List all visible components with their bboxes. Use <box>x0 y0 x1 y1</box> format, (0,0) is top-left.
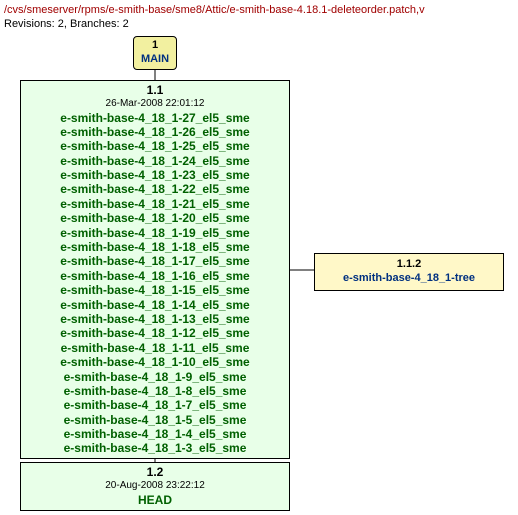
tag-item: e-smith-base-4_18_1-20_el5_sme <box>27 211 283 225</box>
branch-version: 1.1.2 <box>321 258 497 272</box>
tag-item: e-smith-base-4_18_1-24_el5_sme <box>27 154 283 168</box>
tag-item: e-smith-base-4_18_1-15_el5_sme <box>27 283 283 297</box>
tag-item: e-smith-base-4_18_1-7_el5_sme <box>27 398 283 412</box>
tag-item: e-smith-base-4_18_1-23_el5_sme <box>27 168 283 182</box>
branch-name: e-smith-base-4_18_1-tree <box>321 272 497 286</box>
tag-item: e-smith-base-4_18_1-3_el5_sme <box>27 441 283 455</box>
tag-item: e-smith-base-4_18_1-9_el5_sme <box>27 370 283 384</box>
tag-item: e-smith-base-4_18_1-21_el5_sme <box>27 197 283 211</box>
head-label: HEAD <box>27 493 283 508</box>
node-branch[interactable]: 1.1.2 e-smith-base-4_18_1-tree <box>314 253 504 291</box>
tag-item: e-smith-base-4_18_1-11_el5_sme <box>27 341 283 355</box>
tag-item: e-smith-base-4_18_1-26_el5_sme <box>27 125 283 139</box>
rev-version: 1.1 <box>27 83 283 98</box>
revision-summary: Revisions: 2, Branches: 2 <box>4 18 518 30</box>
tag-item: e-smith-base-4_18_1-8_el5_sme <box>27 384 283 398</box>
tag-item: e-smith-base-4_18_1-27_el5_sme <box>27 111 283 125</box>
node-rev-1-1[interactable]: 1.1 26-Mar-2008 22:01:12 e-smith-base-4_… <box>20 80 290 459</box>
tag-list: e-smith-base-4_18_1-27_el5_smee-smith-ba… <box>27 111 283 456</box>
tag-item: e-smith-base-4_18_1-5_el5_sme <box>27 413 283 427</box>
node-rev-1-2[interactable]: 1.2 20-Aug-2008 23:22:12 HEAD <box>20 462 290 511</box>
rev-date: 20-Aug-2008 23:22:12 <box>27 480 283 493</box>
tag-item: e-smith-base-4_18_1-4_el5_sme <box>27 427 283 441</box>
rev-date: 26-Mar-2008 22:01:12 <box>27 98 283 111</box>
tag-item: e-smith-base-4_18_1-17_el5_sme <box>27 254 283 268</box>
node-main-label: MAIN <box>140 53 170 67</box>
rev-version: 1.2 <box>27 465 283 480</box>
tag-item: e-smith-base-4_18_1-16_el5_sme <box>27 269 283 283</box>
file-path: /cvs/smeserver/rpms/e-smith-base/sme8/At… <box>4 4 518 16</box>
tag-item: e-smith-base-4_18_1-13_el5_sme <box>27 312 283 326</box>
tag-item: e-smith-base-4_18_1-25_el5_sme <box>27 139 283 153</box>
tag-item: e-smith-base-4_18_1-19_el5_sme <box>27 226 283 240</box>
node-main[interactable]: 1 MAIN <box>133 36 177 70</box>
tag-item: e-smith-base-4_18_1-18_el5_sme <box>27 240 283 254</box>
tag-item: e-smith-base-4_18_1-10_el5_sme <box>27 355 283 369</box>
revision-graph: 1 MAIN 1.1 26-Mar-2008 22:01:12 e-smith-… <box>4 36 514 511</box>
tag-item: e-smith-base-4_18_1-22_el5_sme <box>27 182 283 196</box>
tag-item: e-smith-base-4_18_1-14_el5_sme <box>27 298 283 312</box>
tag-item: e-smith-base-4_18_1-12_el5_sme <box>27 326 283 340</box>
node-main-number: 1 <box>140 39 170 53</box>
